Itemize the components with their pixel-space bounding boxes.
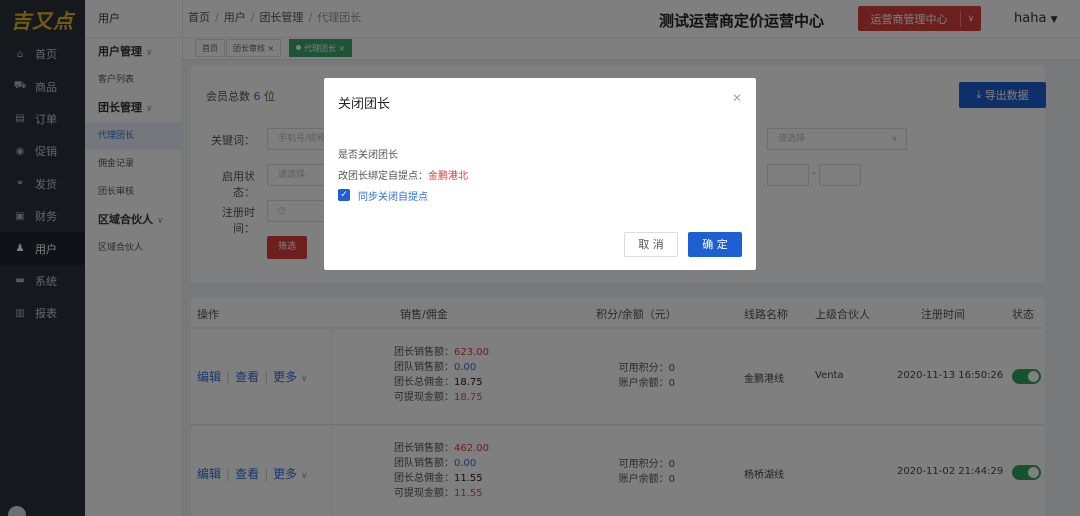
check-icon: ✓ bbox=[340, 190, 348, 200]
sync-close-label[interactable]: 同步关闭自提点 bbox=[358, 188, 428, 203]
pickup-info: 改团长绑定自提点：金鹏港北 bbox=[338, 171, 468, 182]
close-leader-dialog: 关闭团长 ✕ 是否关闭团长 改团长绑定自提点：金鹏港北 ✓ 同步关闭自提点 取 … bbox=[324, 78, 756, 270]
sync-close-checkbox[interactable]: ✓ bbox=[338, 189, 350, 201]
cancel-button[interactable]: 取 消 bbox=[624, 232, 678, 257]
dialog-question: 是否关闭团长 bbox=[338, 150, 398, 161]
dialog-title: 关闭团长 bbox=[338, 97, 391, 112]
close-icon[interactable]: ✕ bbox=[732, 91, 742, 105]
pickup-name: 金鹏港北 bbox=[428, 171, 468, 182]
confirm-button[interactable]: 确 定 bbox=[688, 232, 742, 257]
